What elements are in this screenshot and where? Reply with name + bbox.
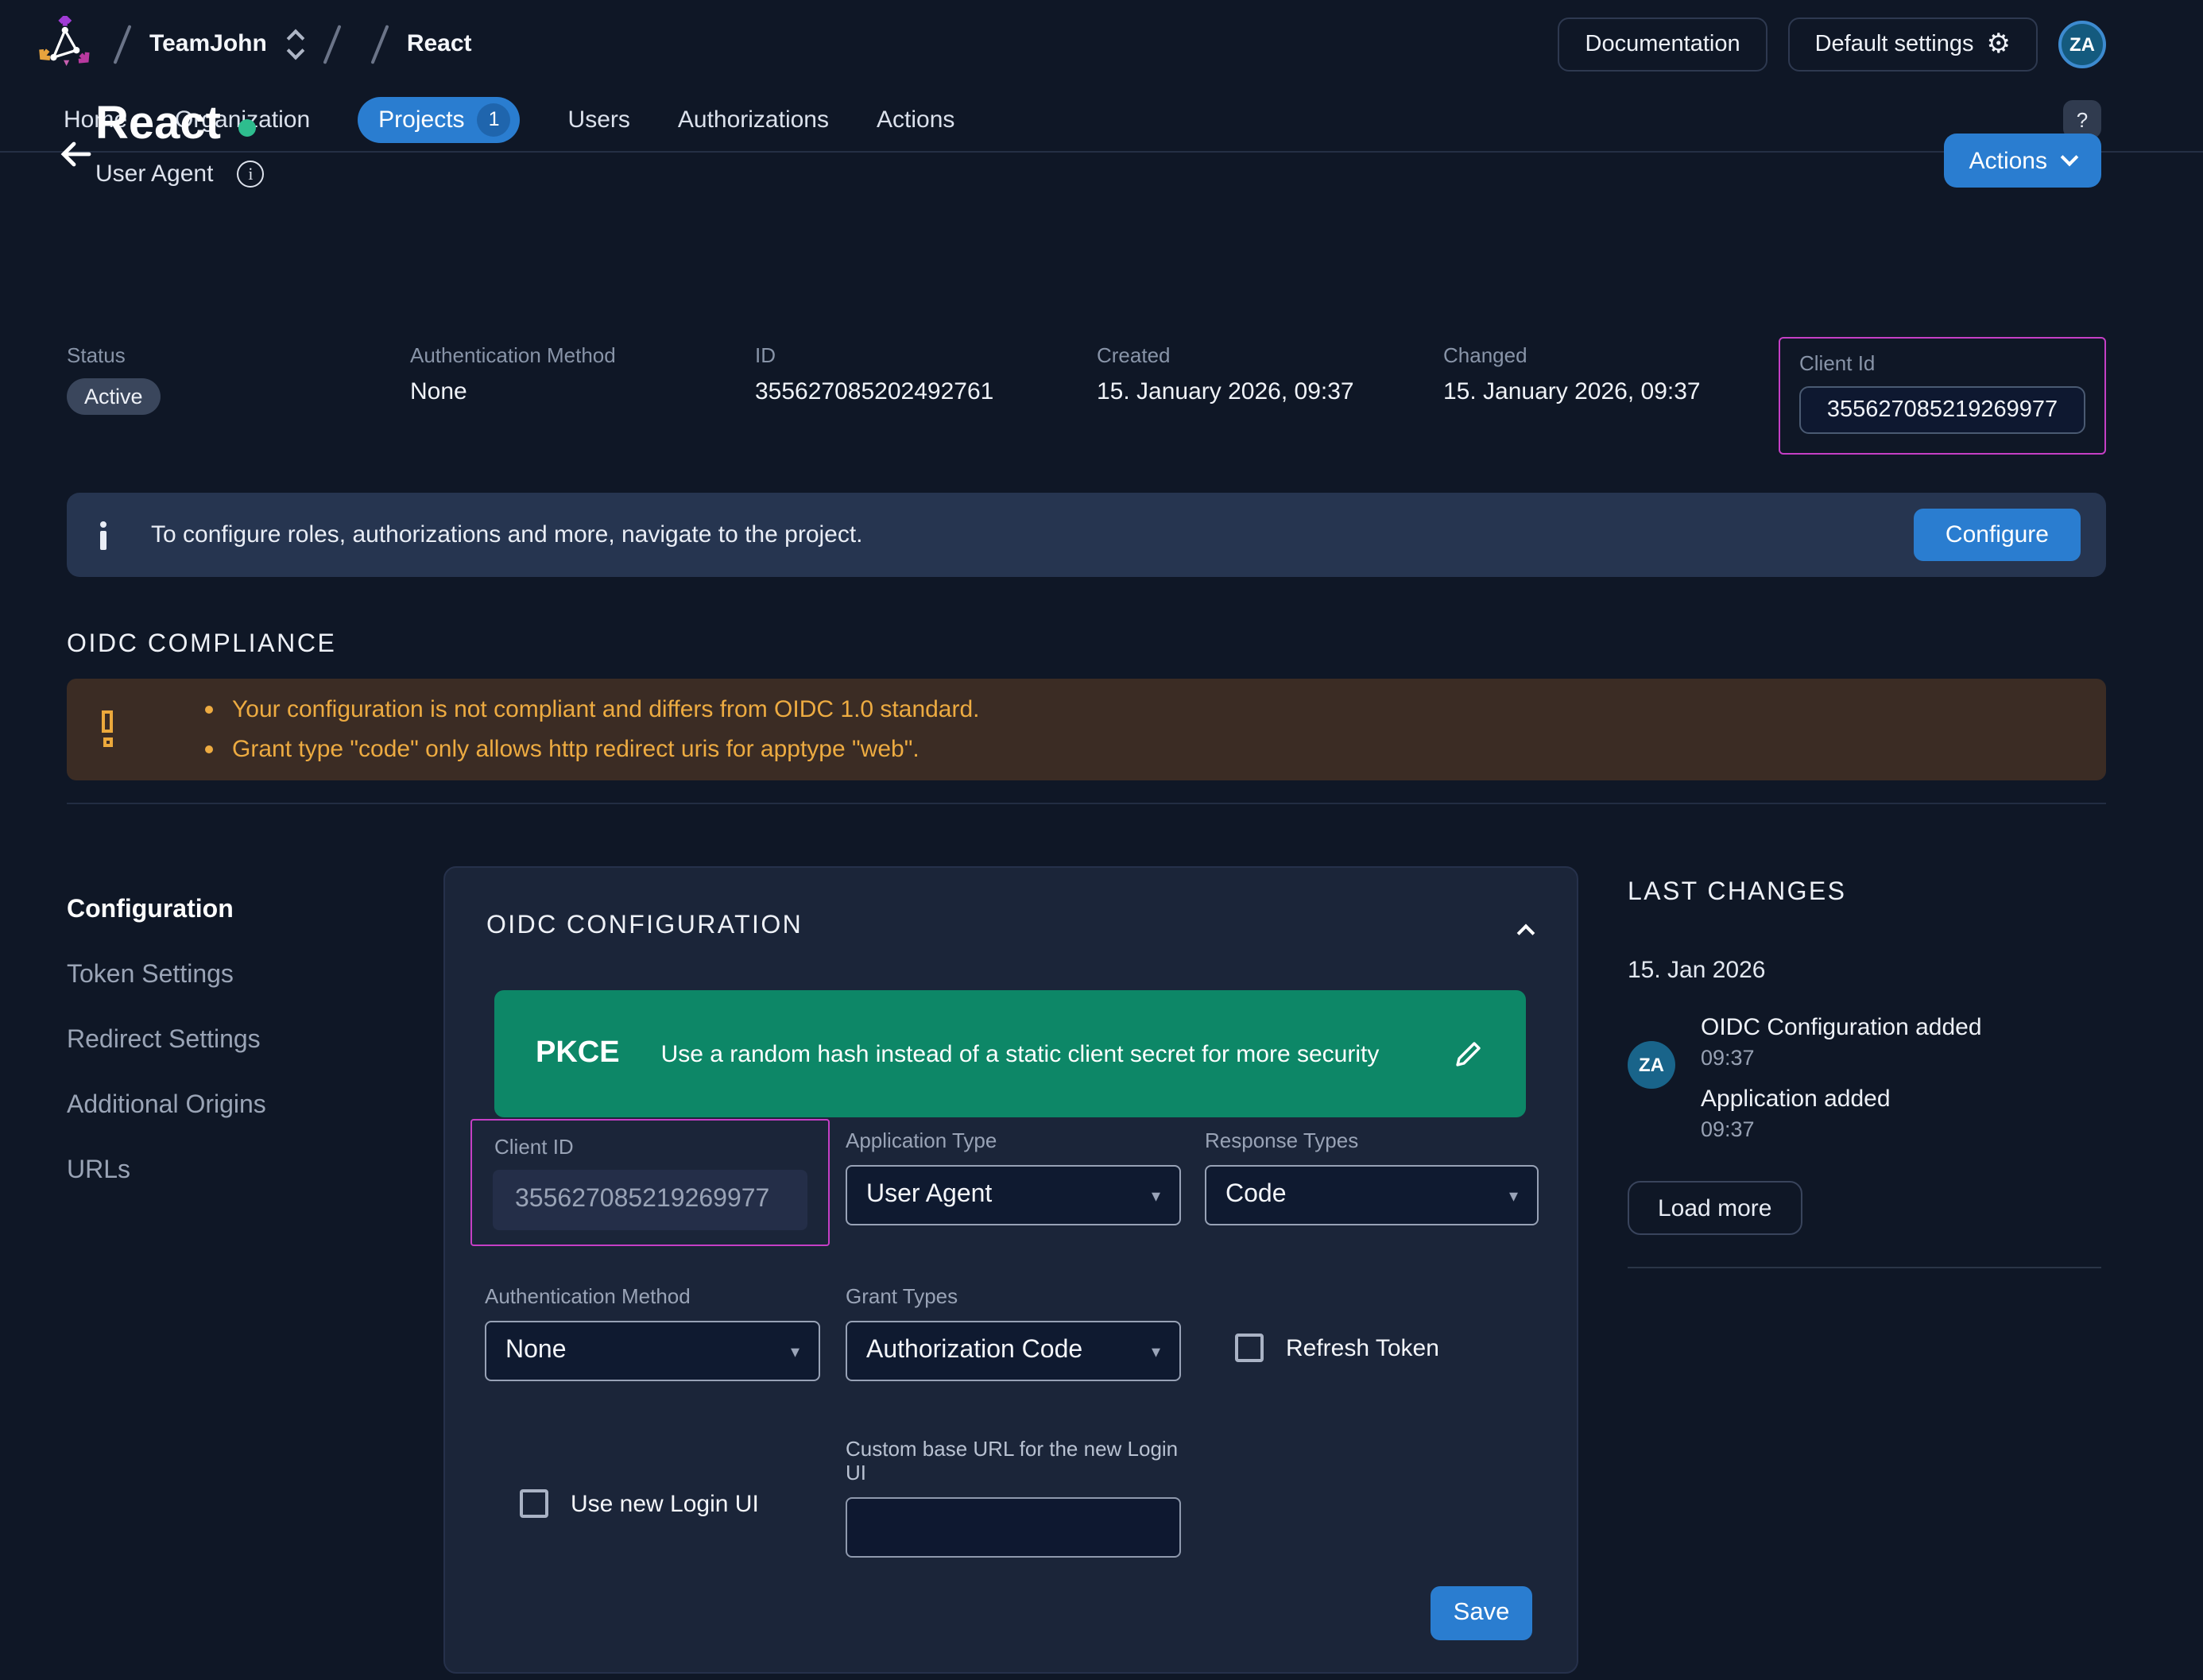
change-event-time: 09:37 <box>1701 1117 1755 1141</box>
user-avatar[interactable]: ZA <box>2058 20 2106 68</box>
compliance-heading: OIDC COMPLIANCE <box>67 631 337 660</box>
actions-button[interactable]: Actions <box>1944 134 2101 188</box>
section-divider <box>67 803 2106 804</box>
compliance-warning-box: Your configuration is not compliant and … <box>67 679 2106 780</box>
nav-tab-actions[interactable]: Actions <box>877 106 954 133</box>
response-types-field: Response Types Code ▾ <box>1205 1128 1539 1225</box>
oidc-configuration-card: OIDC CONFIGURATION PKCE Use a random has… <box>443 866 1578 1674</box>
application-type-field: Application Type User Agent ▾ <box>846 1128 1181 1225</box>
grant-types-select[interactable]: Authorization Code ▾ <box>846 1321 1181 1381</box>
meta-created: Created 15. January 2026, 09:37 <box>1097 343 1354 405</box>
panel-divider <box>1628 1267 2101 1268</box>
caret-down-icon: ▾ <box>1152 1185 1160 1206</box>
meta-status: Status Active <box>67 343 161 415</box>
breadcrumb-slash <box>323 24 341 64</box>
load-more-button[interactable]: Load more <box>1628 1181 1802 1235</box>
grant-types-field: Grant Types Authorization Code ▾ <box>846 1284 1181 1381</box>
use-new-login-checkbox-row[interactable]: Use new Login UI <box>520 1489 759 1518</box>
info-icon <box>95 521 111 549</box>
meta-auth-method: Authentication Method None <box>410 343 616 405</box>
sidebar-item-configuration[interactable]: Configuration <box>67 877 416 943</box>
changes-date: 15. Jan 2026 <box>1628 957 1766 984</box>
nav-tab-users[interactable]: Users <box>568 106 630 133</box>
edit-pencil-icon[interactable] <box>1453 1038 1485 1070</box>
page-title: React <box>95 99 256 151</box>
card-title: OIDC CONFIGURATION <box>486 912 803 941</box>
caret-down-icon: ▾ <box>791 1341 800 1361</box>
meta-id: ID 355627085202492761 <box>755 343 993 405</box>
application-type-select[interactable]: User Agent ▾ <box>846 1165 1181 1225</box>
login-url-input[interactable] <box>846 1497 1181 1558</box>
change-event-title: OIDC Configuration added <box>1701 1014 1982 1041</box>
configure-button[interactable]: Configure <box>1914 509 2081 561</box>
login-url-field: Custom base URL for the new Login UI <box>846 1437 1181 1558</box>
nav-tab-projects[interactable]: Projects 1 <box>358 96 520 142</box>
refresh-token-checkbox-row[interactable]: Refresh Token <box>1235 1334 1439 1362</box>
chevron-down-icon <box>2061 149 2079 167</box>
meta-changed: Changed 15. January 2026, 09:37 <box>1443 343 1701 405</box>
last-changes-heading: LAST CHANGES <box>1628 879 1846 908</box>
default-settings-button[interactable]: Default settings ⚙ <box>1788 17 2038 71</box>
auth-method-select[interactable]: None ▾ <box>485 1321 820 1381</box>
sidebar-item-redirect-settings[interactable]: Redirect Settings <box>67 1008 416 1073</box>
app-meta-row: Status Active Authentication Method None… <box>67 343 2106 455</box>
breadcrumb-org[interactable]: TeamJohn <box>149 30 267 57</box>
auth-method-field: Authentication Method None ▾ <box>485 1284 820 1381</box>
top-bar: TeamJohn React Documentation Default set… <box>0 0 2203 87</box>
client-id-highlight-box: Client Id 355627085219269977 <box>1779 337 2106 455</box>
client-id-field-group: Client ID <box>470 1119 830 1246</box>
refresh-token-checkbox[interactable] <box>1235 1334 1264 1362</box>
save-button[interactable]: Save <box>1431 1586 1532 1640</box>
use-new-login-checkbox[interactable] <box>520 1489 548 1518</box>
change-author-avatar: ZA <box>1628 1041 1675 1089</box>
breadcrumb-slash <box>113 24 131 64</box>
pkce-banner: PKCE Use a random hash instead of a stat… <box>494 990 1526 1117</box>
info-icon[interactable]: i <box>237 161 264 188</box>
active-state-dot <box>238 119 256 137</box>
change-event-title: Application added <box>1701 1086 1891 1113</box>
zitadel-logo-icon[interactable] <box>35 15 92 72</box>
change-event-time: 09:37 <box>1701 1046 1755 1070</box>
status-badge: Active <box>67 378 161 415</box>
org-switcher-icon[interactable] <box>289 31 302 56</box>
nav-tab-authorizations[interactable]: Authorizations <box>678 106 829 133</box>
main-nav: Home Organization Projects 1 Users Autho… <box>0 87 2203 153</box>
warning-item: Your configuration is not compliant and … <box>205 696 980 723</box>
caret-down-icon: ▾ <box>1152 1341 1160 1361</box>
project-info-banner: To configure roles, authorizations and m… <box>67 493 2106 577</box>
back-arrow-icon[interactable] <box>57 137 92 172</box>
breadcrumb-slash <box>370 24 389 64</box>
collapse-chevron-up-icon[interactable] <box>1520 919 1532 947</box>
sidebar-item-additional-origins[interactable]: Additional Origins <box>67 1073 416 1138</box>
client-id-input[interactable] <box>493 1170 807 1230</box>
client-id-value[interactable]: 355627085219269977 <box>1799 386 2085 434</box>
caret-down-icon: ▾ <box>1509 1185 1518 1206</box>
warning-icon <box>102 710 113 761</box>
sidebar-item-urls[interactable]: URLs <box>67 1138 416 1203</box>
sidebar-item-token-settings[interactable]: Token Settings <box>67 943 416 1008</box>
page-subtitle: User Agent i <box>95 161 264 188</box>
warning-item: Grant type "code" only allows http redir… <box>205 736 980 763</box>
zitadel-console: TeamJohn React Documentation Default set… <box>0 0 2203 1680</box>
breadcrumb-app[interactable]: React <box>407 30 472 57</box>
response-types-select[interactable]: Code ▾ <box>1205 1165 1539 1225</box>
settings-sidebar: Configuration Token Settings Redirect Se… <box>67 877 416 1203</box>
documentation-button[interactable]: Documentation <box>1558 17 1767 71</box>
gear-icon: ⚙ <box>1987 30 2011 57</box>
projects-count-badge: 1 <box>478 103 511 136</box>
help-button[interactable]: ? <box>2063 100 2101 138</box>
